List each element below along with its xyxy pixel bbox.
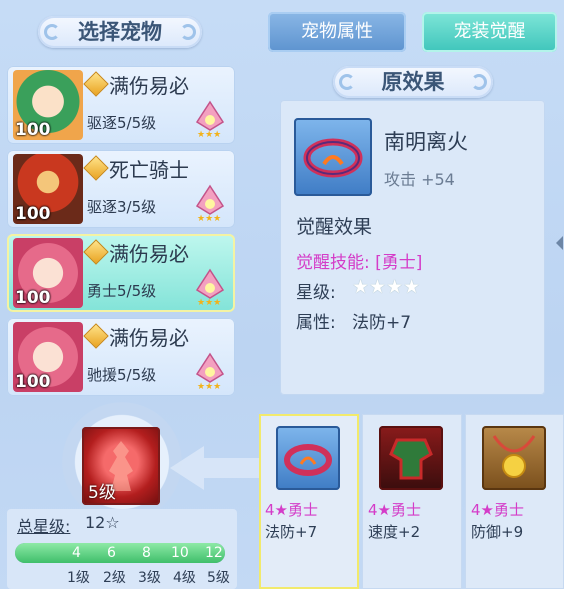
pet-gear-icon: ★★★: [195, 184, 225, 222]
grade-diamond-icon: [83, 239, 109, 265]
equip-slot-1[interactable]: 4★勇士 法防+7: [259, 414, 359, 589]
tick-label: 10: [171, 545, 189, 561]
item-icon[interactable]: [294, 118, 372, 196]
tab-equip-awaken[interactable]: 宠装觉醒: [422, 12, 557, 52]
item-name: 南明离火: [384, 130, 468, 154]
grade-diamond-icon: [83, 71, 109, 97]
level-label: 5级: [207, 570, 230, 586]
equip-slot-3[interactable]: 4★勇士 防御+9: [465, 414, 564, 589]
awaken-title: 觉醒效果: [296, 216, 373, 238]
pet-gear-icon: ★★★: [195, 100, 225, 138]
select-pet-title: 选择宠物: [38, 16, 202, 48]
equip-slot-2[interactable]: 4★勇士 速度+2: [362, 414, 462, 589]
pet-gear-icon: ★★★: [195, 352, 225, 390]
star-progress-bar: [15, 543, 225, 563]
grade-diamond-icon: [83, 155, 109, 181]
pet-card-2[interactable]: 100 死亡骑士 驱逐3/5级 ★★★: [7, 150, 235, 228]
star-label: 星级:: [296, 283, 336, 303]
tick-label: 8: [142, 545, 151, 561]
awaken-level-badge[interactable]: 5级: [82, 427, 160, 505]
tick-label: 6: [107, 545, 116, 561]
swirl-decoration-icon: [44, 24, 60, 40]
arrow-left-icon: [170, 446, 260, 490]
amulet-icon: [482, 426, 546, 490]
pet-gear-icon: ★★★: [195, 268, 225, 306]
attr-label: 属性:: [296, 313, 336, 333]
tick-label: 4: [72, 545, 81, 561]
svg-text:★★★: ★★★: [197, 298, 221, 306]
pet-card-1[interactable]: 100 满伤易必 驱逐5/5级 ★★★: [7, 66, 235, 144]
svg-text:★★★: ★★★: [197, 382, 221, 390]
awaken-skill: 觉醒技能: [勇士]: [296, 253, 423, 273]
star-rating: ★★★★: [352, 276, 421, 298]
level-label: 1级: [67, 570, 90, 586]
attr-value: 法防+7: [352, 313, 412, 333]
original-effect-title: 原效果: [333, 66, 493, 98]
effect-panel: 南明离火 攻击 +54 觉醒效果 觉醒技能: [勇士] 星级: ★★★★ 属性:…: [280, 100, 545, 395]
level-label: 3级: [138, 570, 161, 586]
progress-fill: [15, 543, 225, 563]
total-stars-panel: 总星级: 12☆ 4 6 8 10 12 1级 2级 3级 4级 5级: [7, 509, 237, 589]
pet-portrait: 100: [13, 322, 83, 392]
grade-diamond-icon: [83, 323, 109, 349]
pet-card-4[interactable]: 100 满伤易必 驰援5/5级 ★★★: [7, 318, 235, 396]
level-label: 2级: [103, 570, 126, 586]
svg-text:★★★: ★★★: [197, 214, 221, 222]
armor-icon: [379, 426, 443, 490]
pet-card-3[interactable]: 100 满伤易必 勇士5/5级 ★★★: [7, 234, 235, 312]
tab-pet-attributes[interactable]: 宠物属性: [268, 12, 406, 52]
total-value: 12☆: [85, 513, 120, 532]
pet-portrait: 100: [13, 238, 83, 308]
fire-ring-icon: [303, 138, 363, 178]
pet-portrait: 100: [13, 154, 83, 224]
pet-portrait: 100: [13, 70, 83, 140]
swirl-decoration-icon: [180, 24, 196, 40]
level-label: 4级: [173, 570, 196, 586]
collapse-arrow-icon[interactable]: [556, 236, 563, 250]
swirl-decoration-icon: [471, 74, 487, 90]
item-stat: 攻击 +54: [384, 170, 455, 189]
fire-ring-icon: [276, 426, 340, 490]
swirl-decoration-icon: [339, 74, 355, 90]
svg-text:★★★: ★★★: [197, 130, 221, 138]
total-label: 总星级:: [17, 517, 71, 536]
tick-label: 12: [205, 545, 223, 561]
